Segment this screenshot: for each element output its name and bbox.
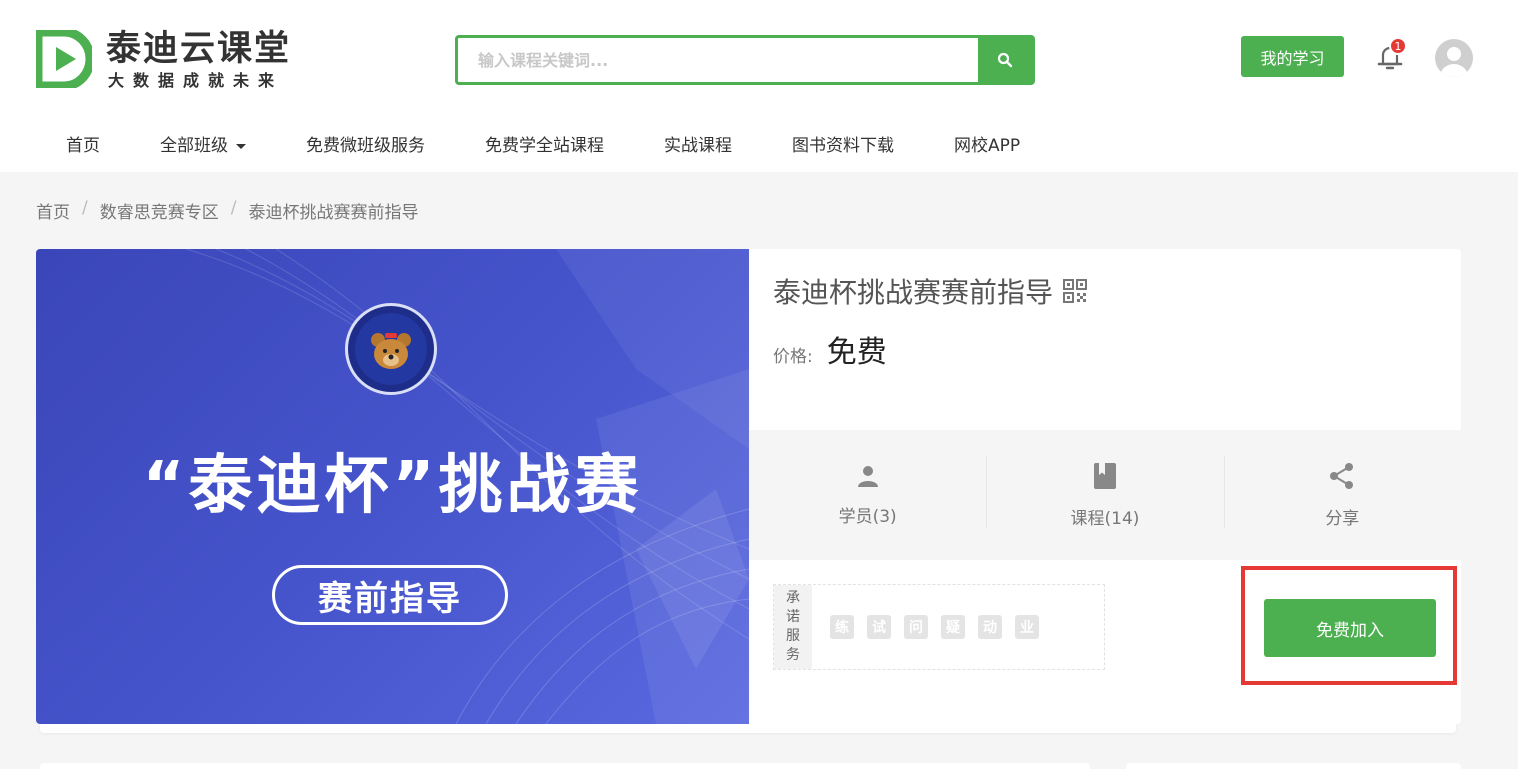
search-icon — [997, 52, 1013, 68]
nav-item-practical-courses[interactable]: 实战课程 — [634, 126, 762, 166]
card-shadow-bar — [40, 724, 1456, 733]
nav-item-home[interactable]: 首页 — [36, 126, 130, 166]
main-nav: 首页 全部班级 免费微班级服务 免费学全站课程 实战课程 图书资料下载 网校AP… — [36, 126, 1050, 166]
teddy-bear-emblem — [345, 303, 437, 395]
stat-share-label: 分享 — [1325, 508, 1360, 529]
cover-title: “泰迪杯”挑战赛 — [142, 449, 643, 523]
share-icon — [1330, 462, 1354, 489]
nav-label: 免费微班级服务 — [306, 136, 425, 156]
nav-item-free-micro-class[interactable]: 免费微班级服务 — [276, 126, 455, 166]
avatar[interactable] — [1435, 39, 1473, 77]
search-button[interactable] — [978, 38, 1032, 82]
promise-tag: 业 — [1015, 615, 1039, 639]
promise-tag: 动 — [978, 615, 1002, 639]
breadcrumb: 首页 / 数睿思竞赛专区 / 泰迪杯挑战赛赛前指导 — [36, 198, 418, 223]
nav-item-free-courses[interactable]: 免费学全站课程 — [455, 126, 634, 166]
course-cover[interactable]: “泰迪杯”挑战赛 赛前指导 — [36, 249, 749, 724]
stat-students[interactable]: 学员(3) — [749, 430, 986, 560]
stat-lessons[interactable]: 课程(14) — [986, 430, 1223, 560]
breadcrumb-competition-zone[interactable]: 数睿思竞赛专区 — [100, 198, 219, 223]
nav-item-app[interactable]: 网校APP — [924, 126, 1050, 166]
nav-label: 图书资料下载 — [792, 136, 894, 156]
cover-badge: 赛前指导 — [272, 565, 508, 625]
breadcrumb-home[interactable]: 首页 — [36, 198, 70, 223]
site-logo[interactable]: 泰迪云课堂 大数据成就未来 — [36, 28, 326, 92]
free-join-button[interactable]: 免费加入 — [1264, 599, 1436, 657]
course-info: 泰迪杯挑战赛赛前指导 价格: 免费 学员(3) 课程(14) 分享 承诺服务 练… — [749, 249, 1461, 724]
course-title-text: 泰迪杯挑战赛赛前指导 — [773, 276, 1054, 309]
my-study-button[interactable]: 我的学习 — [1241, 36, 1344, 77]
caret-down-icon — [236, 143, 246, 149]
breadcrumb-separator: / — [230, 198, 237, 218]
nav-item-all-classes[interactable]: 全部班级 — [130, 126, 276, 166]
stat-lessons-label: 课程(14) — [1070, 508, 1140, 529]
qr-code-icon[interactable] — [1063, 279, 1088, 303]
promise-tags: 练 试 问 疑 动 业 — [812, 585, 1052, 669]
site-header: 泰迪云课堂 大数据成就未来 我的学习 1 首页 全部班级 免费微班级服务 免费学… — [0, 0, 1518, 172]
promise-tag: 疑 — [941, 615, 965, 639]
promise-tag: 问 — [904, 615, 928, 639]
promise-label: 承诺服务 — [774, 585, 812, 669]
price-label: 价格: — [773, 347, 813, 367]
user-icon — [857, 465, 878, 487]
course-stats: 学员(3) 课程(14) 分享 — [749, 430, 1461, 560]
nav-item-book-downloads[interactable]: 图书资料下载 — [762, 126, 924, 166]
bear-icon — [355, 313, 427, 385]
book-icon — [1093, 462, 1116, 489]
search-box — [455, 35, 1035, 85]
notification-badge: 1 — [1389, 37, 1407, 55]
stat-share[interactable]: 分享 — [1223, 430, 1461, 560]
promise-tag: 练 — [830, 615, 854, 639]
avatar-user-icon — [1440, 47, 1468, 77]
nav-label: 首页 — [66, 136, 100, 156]
course-card: “泰迪杯”挑战赛 赛前指导 泰迪杯挑战赛赛前指导 价格: 免费 学员(3) 课程… — [36, 249, 1461, 724]
breadcrumb-separator: / — [82, 198, 88, 218]
logo-subtitle: 大数据成就未来 — [108, 71, 284, 90]
nav-label: 实战课程 — [664, 136, 732, 156]
service-promise: 承诺服务 练 试 问 疑 动 业 — [773, 584, 1105, 670]
course-title: 泰迪杯挑战赛赛前指导 — [773, 271, 1088, 311]
content-panel — [40, 763, 1090, 769]
promise-tag: 试 — [867, 615, 891, 639]
nav-label: 网校APP — [954, 136, 1021, 156]
sidebar-panel — [1126, 763, 1461, 769]
logo-title: 泰迪云课堂 — [106, 29, 292, 69]
price-value: 免费 — [826, 335, 887, 370]
nav-label: 免费学全站课程 — [485, 136, 604, 156]
search-input[interactable] — [458, 38, 980, 82]
nav-label: 全部班级 — [160, 136, 228, 156]
logo-play-icon — [36, 30, 92, 88]
breadcrumb-current: 泰迪杯挑战赛赛前指导 — [248, 203, 419, 223]
price-row: 价格: 免费 — [773, 327, 887, 371]
stat-students-label: 学员(3) — [838, 506, 897, 527]
